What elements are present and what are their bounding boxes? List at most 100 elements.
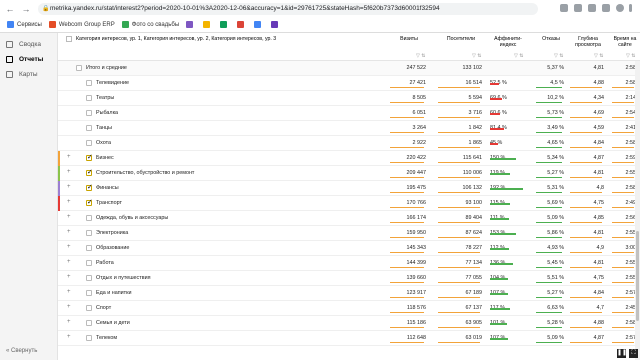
scrollbar-thumb[interactable] xyxy=(636,231,639,321)
table-row[interactable]: Театры8 5055 59469,6 %10,2 %4,342:14 xyxy=(58,91,640,106)
expand-icon[interactable]: + xyxy=(67,154,71,160)
expand-icon[interactable]: + xyxy=(67,319,71,325)
affinity-bar xyxy=(490,83,499,85)
extension-icon[interactable] xyxy=(602,4,610,12)
row-label: Работа xyxy=(96,260,114,266)
sort-filter-icon[interactable]: ▽ ⇅ xyxy=(554,53,563,59)
row-checkbox[interactable] xyxy=(86,305,92,311)
table-row[interactable]: Танцы3 2641 84281,4 %3,49 %4,592:41 xyxy=(58,121,640,136)
row-checkbox[interactable] xyxy=(86,290,92,296)
bookmark-item[interactable]: Фото со свадьбы xyxy=(121,21,179,28)
table-row[interactable]: +Образование145 34378 227112 %4,93 %4,93… xyxy=(58,241,640,256)
bookmark-item[interactable] xyxy=(237,21,247,28)
pause-icon[interactable]: ❚❚ xyxy=(617,349,627,358)
address-bar[interactable]: 🔒 metrika.yandex.ru/stat/interest2?perio… xyxy=(38,3,538,15)
expand-icon[interactable]: + xyxy=(67,259,71,265)
row-checkbox[interactable] xyxy=(86,245,92,251)
bookmark-item[interactable] xyxy=(186,21,196,28)
row-checkbox[interactable] xyxy=(86,80,92,86)
sort-filter-icon[interactable]: ▽ ⇅ xyxy=(416,53,425,59)
row-checkbox[interactable] xyxy=(86,335,92,341)
extension-icon[interactable] xyxy=(574,4,582,12)
sort-filter-icon[interactable]: ▽ ⇅ xyxy=(626,53,635,59)
column-header[interactable]: Глубина просмотра xyxy=(568,36,608,48)
sidebar-item[interactable]: Отчеты xyxy=(0,52,57,67)
table-row[interactable]: +Бизнес220 422115 641150 %5,34 %4,872:59 xyxy=(58,151,640,166)
row-checkbox[interactable] xyxy=(86,215,92,221)
bookmark-item[interactable] xyxy=(254,21,264,28)
expand-icon[interactable]: + xyxy=(67,289,71,295)
table-row[interactable]: Рыбалка6 0513 71660,6 %5,73 %4,692:54 xyxy=(58,106,640,121)
menu-icon[interactable] xyxy=(629,4,632,12)
expand-icon[interactable]: + xyxy=(67,334,71,340)
grouping-title[interactable]: Категория интересов, ур. 1, Категория ин… xyxy=(76,36,396,42)
sidebar-item[interactable]: Сводка xyxy=(0,37,57,52)
bookmark-item[interactable] xyxy=(220,21,230,28)
table-row[interactable]: +Еда и напитки123 91767 189107 %5,27 %4,… xyxy=(58,286,640,301)
table-row[interactable]: +Отдых и путешествия139 66077 055104 %5,… xyxy=(58,271,640,286)
bookmark-item[interactable]: Сервисы xyxy=(7,21,42,28)
forward-icon[interactable]: → xyxy=(20,3,32,15)
row-checkbox[interactable] xyxy=(86,275,92,281)
fullscreen-icon[interactable]: ⛶ xyxy=(629,349,638,358)
profile-avatar-icon[interactable] xyxy=(616,4,624,12)
bookmark-item[interactable] xyxy=(203,21,213,28)
table-row[interactable]: Итого и средние 247 522 133 102 5,37 % 4,81 2… xyxy=(58,61,640,76)
row-checkbox[interactable] xyxy=(86,198,93,206)
bookmark-item[interactable] xyxy=(271,21,281,28)
table-row[interactable]: +Работа144 39977 134136 %5,45 %4,812:55 xyxy=(58,256,640,271)
row-checkbox[interactable] xyxy=(86,260,92,266)
metric-bar xyxy=(438,327,480,328)
table-row[interactable]: +Транспорт170 76693 100115 %5,69 %4,752:… xyxy=(58,196,640,211)
row-checkbox[interactable] xyxy=(86,230,92,236)
sidebar-item[interactable]: Карты xyxy=(0,67,57,82)
sort-filter-icon[interactable]: ▽ ⇅ xyxy=(594,53,603,59)
table-row[interactable]: +Финансы195 475106 132192 %5,31 %4,82:58 xyxy=(58,181,640,196)
row-label: Итого и средние xyxy=(86,65,127,71)
expand-icon[interactable]: + xyxy=(67,244,71,250)
table-row[interactable]: +Семья и дети115 18663 905101 %5,28 %4,8… xyxy=(58,316,640,331)
row-checkbox[interactable] xyxy=(86,153,93,161)
metric-bar xyxy=(438,87,480,88)
row-checkbox[interactable] xyxy=(86,110,92,116)
expand-icon[interactable]: + xyxy=(67,229,71,235)
table-row[interactable]: Телевидение27 42116 51452,5 %4,5 %4,882:… xyxy=(58,76,640,91)
collapse-sidebar-button[interactable]: « Свернуть xyxy=(6,348,37,354)
bookmark-item[interactable]: Webcom Group ERP xyxy=(48,21,115,28)
row-checkbox[interactable] xyxy=(86,183,93,191)
back-icon[interactable]: ← xyxy=(4,3,16,15)
expand-icon[interactable]: + xyxy=(67,184,71,190)
column-header[interactable]: Отказы xyxy=(534,36,568,42)
row-checkbox[interactable] xyxy=(86,140,92,146)
scrollbar[interactable] xyxy=(635,61,640,360)
column-header[interactable]: Визиты xyxy=(388,36,430,42)
sidebar-item-icon xyxy=(6,71,13,78)
affinity-bar xyxy=(490,128,504,130)
expand-icon[interactable]: + xyxy=(67,214,71,220)
expand-icon[interactable]: + xyxy=(67,169,71,175)
select-all-checkbox[interactable] xyxy=(66,36,72,42)
row-checkbox[interactable] xyxy=(86,125,92,131)
table-row[interactable]: Охота2 9221 86545 %4,65 %4,842:58 xyxy=(58,136,640,151)
column-header[interactable]: Посетители xyxy=(436,36,486,42)
row-label: Еда и напитки xyxy=(96,290,132,296)
sort-filter-icon[interactable]: ▽ ⇅ xyxy=(514,53,523,59)
table-row[interactable]: +Спорт118 57667 137117 %6,63 %4,72:45 xyxy=(58,301,640,316)
sort-filter-icon[interactable]: ▽ ⇅ xyxy=(472,53,481,59)
star-icon[interactable] xyxy=(560,4,568,12)
expand-icon[interactable]: + xyxy=(67,304,71,310)
column-header[interactable]: Аффинити-индекс xyxy=(488,36,528,48)
table-row[interactable]: + Одежда, обувь и аксессуары 166 174 89 404… xyxy=(58,211,640,226)
table-row[interactable]: +Телеком112 64863 019107 %5,09 %4,872:57 xyxy=(58,331,640,346)
table-row[interactable]: + Строительство, обустройство и ремонт 209… xyxy=(58,166,640,181)
row-checkbox[interactable] xyxy=(86,95,92,101)
expand-icon[interactable]: + xyxy=(67,199,71,205)
row-checkbox[interactable] xyxy=(86,168,93,176)
extension-icon[interactable] xyxy=(588,4,596,12)
table-row[interactable]: +Электроника159 95087 624153 %5,86 %4,81… xyxy=(58,226,640,241)
row-checkbox[interactable] xyxy=(86,320,92,326)
column-header[interactable]: Время на сайте xyxy=(610,36,640,48)
row-checkbox[interactable] xyxy=(76,65,82,71)
metric-bar xyxy=(570,342,602,343)
expand-icon[interactable]: + xyxy=(67,274,71,280)
